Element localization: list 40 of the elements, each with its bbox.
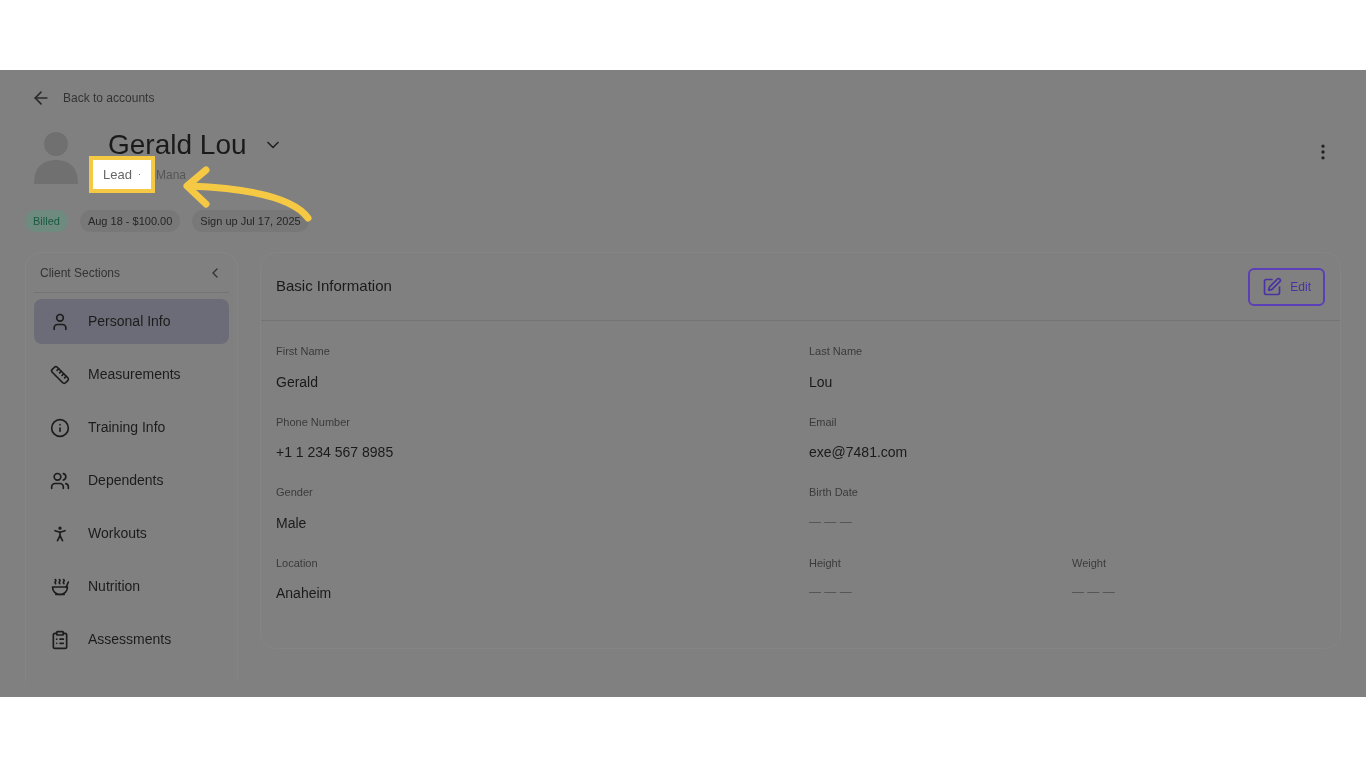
- field-value: Male: [276, 513, 308, 533]
- info-pill: Sign up Jul 17, 2025: [192, 210, 309, 232]
- empty-value-dashes: — — —: [1072, 584, 1115, 601]
- field-label: Weight: [1072, 555, 1108, 571]
- field-value: Gerald: [276, 372, 320, 392]
- field-value: Anaheim: [276, 584, 333, 603]
- field-label: Last Name: [809, 344, 864, 359]
- sidebar-title: Client Sections: [40, 264, 121, 282]
- edit-button[interactable]: Edit: [1248, 267, 1325, 306]
- sidebar-item[interactable]: Dependents: [34, 458, 229, 503]
- checklist-icon: [50, 629, 70, 650]
- sidebar-item[interactable]: Assessments: [34, 617, 229, 662]
- field-label: Height: [809, 555, 842, 571]
- empty-value-dashes: — — —: [809, 513, 852, 531]
- field-label: Birth Date: [809, 485, 859, 500]
- bowl-icon: [50, 576, 70, 597]
- sidebar-item[interactable]: Personal Info: [34, 299, 229, 344]
- back-link[interactable]: Back to accounts: [63, 89, 155, 107]
- empty-value-dashes: — — —: [809, 584, 852, 601]
- card-title: Basic Information: [276, 276, 392, 297]
- field-value: +1 1 234 567 8985: [276, 443, 395, 462]
- sidebar-item[interactable]: Nutrition: [34, 564, 229, 609]
- info-icon: [50, 417, 70, 438]
- status-badge: Lead ·: [89, 156, 155, 193]
- info-pill: Aug 18 - $100.00: [79, 210, 181, 232]
- field-value: Lou: [809, 372, 834, 392]
- field-label: Email: [809, 414, 838, 430]
- sidebar-item[interactable]: Measurements: [34, 352, 229, 397]
- field-label: Location: [276, 555, 319, 571]
- people-icon: [50, 470, 70, 491]
- field-label: First Name: [276, 344, 331, 359]
- field-label: Phone Number: [276, 414, 351, 430]
- field-value: exe@7481.com: [809, 443, 909, 462]
- person-icon: [50, 311, 70, 332]
- sidebar-item[interactable]: Training Info: [34, 405, 229, 450]
- field-label: Gender: [276, 485, 314, 500]
- sidebar-item[interactable]: Workouts: [34, 511, 229, 556]
- ruler-icon: [50, 364, 70, 385]
- edit-icon: [1262, 276, 1283, 297]
- status-pill: Billed: [25, 210, 68, 232]
